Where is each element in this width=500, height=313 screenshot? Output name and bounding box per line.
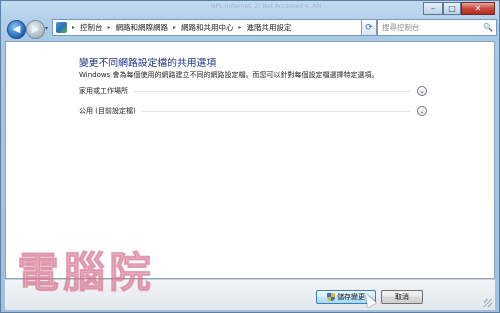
control-panel-window: NPL (Internet, 2) Net Accessed 4..AM – □… <box>0 0 500 313</box>
cancel-button[interactable]: 取消 <box>381 290 423 304</box>
close-button[interactable]: ✕ <box>461 2 495 15</box>
chevron-down-icon[interactable]: ⌄ <box>417 86 427 96</box>
save-changes-label: 儲存變更 <box>337 293 365 301</box>
resize-grip[interactable] <box>484 299 492 307</box>
address-bar[interactable]: ▸ 控制台 ▸ 網路和網際網路 ▸ 網路和共用中心 ▸ 進階共用設定 ▾ <box>52 19 376 36</box>
search-placeholder: 搜尋控制台 <box>382 23 420 32</box>
breadcrumb-separator[interactable]: ▸ <box>106 24 113 31</box>
breadcrumb-advanced-sharing[interactable]: 進階共用設定 <box>244 22 295 33</box>
back-button[interactable]: ◀ <box>7 20 26 39</box>
shield-icon <box>327 293 335 301</box>
forward-button[interactable]: ▶ <box>26 20 45 39</box>
title-bar[interactable]: NPL (Internet, 2) Net Accessed 4..AM – □… <box>1 1 499 17</box>
refresh-icon[interactable]: ⟳ <box>361 19 377 36</box>
control-panel-icon <box>56 22 67 33</box>
chevron-down-icon[interactable]: ⌄ <box>417 106 427 116</box>
section-divider <box>134 90 411 92</box>
breadcrumb-separator[interactable]: ▸ <box>237 24 244 31</box>
section-label: 公用 (目前設定檔) <box>79 107 136 115</box>
breadcrumb-network-internet[interactable]: 網路和網際網路 <box>113 22 172 33</box>
breadcrumb-separator[interactable]: ▸ <box>171 24 178 31</box>
section-public[interactable]: 公用 (目前設定檔) ⌄ <box>79 105 427 117</box>
breadcrumb-network-sharing-center[interactable]: 網路和共用中心 <box>178 22 237 33</box>
title-bar-text: NPL (Internet, 2) Net Accessed 4..AM <box>211 3 322 10</box>
page-description: Windows 會為每個使用的網路建立不同的網路設定檔。而您可以針對每個設定檔選… <box>79 71 379 79</box>
minimize-button[interactable]: – <box>423 2 443 15</box>
section-label: 家用或工作場所 <box>79 87 128 95</box>
window-controls: – □ ✕ <box>423 2 495 15</box>
navigation-bar: ◀ ▶ ▾ ▸ 控制台 ▸ 網路和網際網路 ▸ 網路和共用中心 ▸ 進階共用設定… <box>5 18 497 40</box>
search-input[interactable]: 搜尋控制台 🔍 <box>377 19 497 36</box>
page-title: 變更不同網路設定檔的共用選項 <box>79 58 217 69</box>
section-divider <box>141 110 411 112</box>
maximize-button[interactable]: □ <box>443 2 461 15</box>
watermark-logo: 電腦院 <box>16 248 156 298</box>
breadcrumb-control-panel[interactable]: 控制台 <box>77 22 106 33</box>
breadcrumb-separator[interactable]: ▸ <box>70 24 77 31</box>
search-icon[interactable]: 🔍 <box>483 23 493 32</box>
recent-pages-dropdown[interactable]: ▾ <box>45 25 48 32</box>
section-home-or-work[interactable]: 家用或工作場所 ⌄ <box>79 85 427 97</box>
